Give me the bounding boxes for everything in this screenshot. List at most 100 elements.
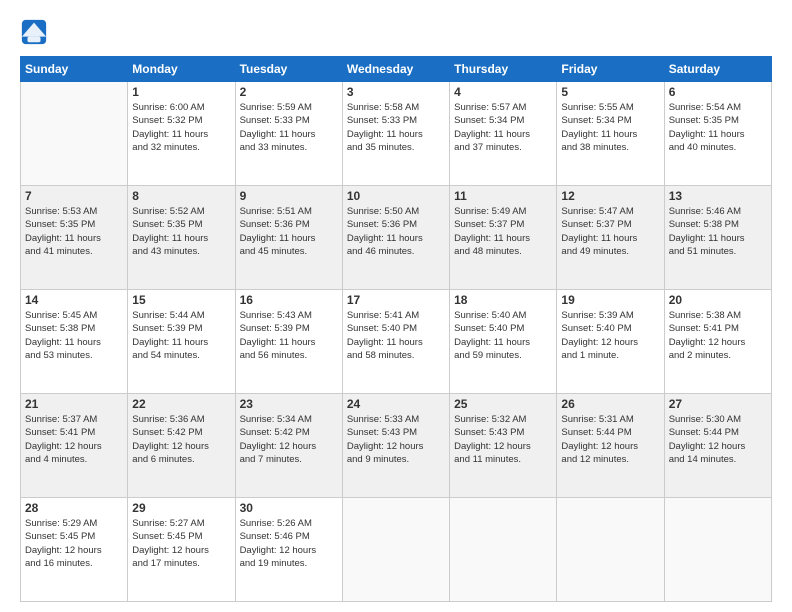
day-number: 30 <box>240 501 338 515</box>
day-detail: Sunrise: 5:43 AMSunset: 5:39 PMDaylight:… <box>240 309 338 362</box>
calendar-cell: 3 Sunrise: 5:58 AMSunset: 5:33 PMDaylight… <box>342 82 449 186</box>
day-number: 13 <box>669 189 767 203</box>
calendar-cell: 12 Sunrise: 5:47 AMSunset: 5:37 PMDayligh… <box>557 186 664 290</box>
calendar-cell: 8Sunrise: 5:52 AMSunset: 5:35 PMDaylight… <box>128 186 235 290</box>
day-number: 15 <box>132 293 230 307</box>
day-number: 1 <box>132 85 230 99</box>
weekday-header: Wednesday <box>342 57 449 82</box>
weekday-header-row: SundayMondayTuesdayWednesdayThursdayFrid… <box>21 57 772 82</box>
day-number: 26 <box>561 397 659 411</box>
day-detail: Sunrise: 5:31 AMSunset: 5:44 PMDaylight:… <box>561 413 659 466</box>
day-detail: Sunrise: 5:45 AMSunset: 5:38 PMDaylight:… <box>25 309 123 362</box>
calendar-cell <box>664 498 771 602</box>
calendar-cell: 26 Sunrise: 5:31 AMSunset: 5:44 PMDayligh… <box>557 394 664 498</box>
day-detail: Sunrise: 5:26 AMSunset: 5:46 PMDaylight:… <box>240 517 338 570</box>
calendar-cell: 1 Sunrise: 6:00 AMSunset: 5:32 PMDaylight… <box>128 82 235 186</box>
day-number: 4 <box>454 85 552 99</box>
day-detail: Sunrise: 5:53 AMSunset: 5:35 PMDaylight:… <box>25 205 123 258</box>
day-number: 10 <box>347 189 445 203</box>
calendar-week-row: 28Sunrise: 5:29 AMSunset: 5:45 PMDayligh… <box>21 498 772 602</box>
calendar-cell: 23 Sunrise: 5:34 AMSunset: 5:42 PMDayligh… <box>235 394 342 498</box>
header <box>20 18 772 46</box>
calendar-cell: 11 Sunrise: 5:49 AMSunset: 5:37 PMDayligh… <box>450 186 557 290</box>
calendar-cell: 29 Sunrise: 5:27 AMSunset: 5:45 PMDayligh… <box>128 498 235 602</box>
day-number: 29 <box>132 501 230 515</box>
day-number: 24 <box>347 397 445 411</box>
day-detail: Sunrise: 5:36 AMSunset: 5:42 PMDaylight:… <box>132 413 230 466</box>
calendar-cell: 22 Sunrise: 5:36 AMSunset: 5:42 PMDayligh… <box>128 394 235 498</box>
day-number: 3 <box>347 85 445 99</box>
calendar-cell <box>342 498 449 602</box>
day-detail: Sunrise: 5:29 AMSunset: 5:45 PMDaylight:… <box>25 517 123 570</box>
day-detail: Sunrise: 5:44 AMSunset: 5:39 PMDaylight:… <box>132 309 230 362</box>
weekday-header: Thursday <box>450 57 557 82</box>
day-detail: Sunrise: 5:58 AMSunset: 5:33 PMDaylight:… <box>347 101 445 154</box>
day-detail: Sunrise: 5:41 AMSunset: 5:40 PMDaylight:… <box>347 309 445 362</box>
day-detail: Sunrise: 5:32 AMSunset: 5:43 PMDaylight:… <box>454 413 552 466</box>
calendar-week-row: 14Sunrise: 5:45 AMSunset: 5:38 PMDayligh… <box>21 290 772 394</box>
day-detail: Sunrise: 5:27 AMSunset: 5:45 PMDaylight:… <box>132 517 230 570</box>
day-number: 11 <box>454 189 552 203</box>
day-detail: Sunrise: 5:51 AMSunset: 5:36 PMDaylight:… <box>240 205 338 258</box>
day-detail: Sunrise: 5:49 AMSunset: 5:37 PMDaylight:… <box>454 205 552 258</box>
day-detail: Sunrise: 5:39 AMSunset: 5:40 PMDaylight:… <box>561 309 659 362</box>
calendar-cell: 19 Sunrise: 5:39 AMSunset: 5:40 PMDayligh… <box>557 290 664 394</box>
weekday-header: Tuesday <box>235 57 342 82</box>
calendar-cell: 9 Sunrise: 5:51 AMSunset: 5:36 PMDaylight… <box>235 186 342 290</box>
day-number: 8 <box>132 189 230 203</box>
calendar-cell: 30 Sunrise: 5:26 AMSunset: 5:46 PMDayligh… <box>235 498 342 602</box>
calendar-cell: 7 Sunrise: 5:53 AMSunset: 5:35 PMDaylight… <box>21 186 128 290</box>
day-number: 23 <box>240 397 338 411</box>
day-detail: Sunrise: 5:30 AMSunset: 5:44 PMDaylight:… <box>669 413 767 466</box>
logo <box>20 18 52 46</box>
day-number: 16 <box>240 293 338 307</box>
day-number: 18 <box>454 293 552 307</box>
day-detail: Sunrise: 5:47 AMSunset: 5:37 PMDaylight:… <box>561 205 659 258</box>
day-number: 12 <box>561 189 659 203</box>
calendar-cell <box>21 82 128 186</box>
calendar-cell: 25 Sunrise: 5:32 AMSunset: 5:43 PMDayligh… <box>450 394 557 498</box>
calendar-cell: 10Sunrise: 5:50 AMSunset: 5:36 PMDayligh… <box>342 186 449 290</box>
day-number: 27 <box>669 397 767 411</box>
day-number: 20 <box>669 293 767 307</box>
calendar-cell: 24Sunrise: 5:33 AMSunset: 5:43 PMDayligh… <box>342 394 449 498</box>
day-number: 19 <box>561 293 659 307</box>
weekday-header: Saturday <box>664 57 771 82</box>
calendar-cell: 4 Sunrise: 5:57 AMSunset: 5:34 PMDaylight… <box>450 82 557 186</box>
calendar-week-row: 7 Sunrise: 5:53 AMSunset: 5:35 PMDaylight… <box>21 186 772 290</box>
weekday-header: Monday <box>128 57 235 82</box>
day-number: 9 <box>240 189 338 203</box>
day-detail: Sunrise: 5:57 AMSunset: 5:34 PMDaylight:… <box>454 101 552 154</box>
day-detail: Sunrise: 5:37 AMSunset: 5:41 PMDaylight:… <box>25 413 123 466</box>
day-number: 7 <box>25 189 123 203</box>
calendar-cell: 21 Sunrise: 5:37 AMSunset: 5:41 PMDayligh… <box>21 394 128 498</box>
day-detail: Sunrise: 5:34 AMSunset: 5:42 PMDaylight:… <box>240 413 338 466</box>
calendar-cell: 5 Sunrise: 5:55 AMSunset: 5:34 PMDaylight… <box>557 82 664 186</box>
calendar-cell: 28Sunrise: 5:29 AMSunset: 5:45 PMDayligh… <box>21 498 128 602</box>
page: SundayMondayTuesdayWednesdayThursdayFrid… <box>0 0 792 612</box>
day-detail: Sunrise: 5:40 AMSunset: 5:40 PMDaylight:… <box>454 309 552 362</box>
calendar-table: SundayMondayTuesdayWednesdayThursdayFrid… <box>20 56 772 602</box>
calendar-cell: 17 Sunrise: 5:41 AMSunset: 5:40 PMDayligh… <box>342 290 449 394</box>
day-number: 25 <box>454 397 552 411</box>
day-detail: Sunrise: 5:59 AMSunset: 5:33 PMDaylight:… <box>240 101 338 154</box>
calendar-cell: 27 Sunrise: 5:30 AMSunset: 5:44 PMDayligh… <box>664 394 771 498</box>
day-number: 17 <box>347 293 445 307</box>
logo-icon <box>20 18 48 46</box>
calendar-cell: 20 Sunrise: 5:38 AMSunset: 5:41 PMDayligh… <box>664 290 771 394</box>
weekday-header: Sunday <box>21 57 128 82</box>
calendar-cell: 14Sunrise: 5:45 AMSunset: 5:38 PMDayligh… <box>21 290 128 394</box>
day-detail: Sunrise: 6:00 AMSunset: 5:32 PMDaylight:… <box>132 101 230 154</box>
day-detail: Sunrise: 5:38 AMSunset: 5:41 PMDaylight:… <box>669 309 767 362</box>
day-number: 5 <box>561 85 659 99</box>
calendar-week-row: 1 Sunrise: 6:00 AMSunset: 5:32 PMDaylight… <box>21 82 772 186</box>
day-number: 6 <box>669 85 767 99</box>
calendar-cell: 18 Sunrise: 5:40 AMSunset: 5:40 PMDayligh… <box>450 290 557 394</box>
calendar-cell: 13Sunrise: 5:46 AMSunset: 5:38 PMDayligh… <box>664 186 771 290</box>
calendar-week-row: 21 Sunrise: 5:37 AMSunset: 5:41 PMDayligh… <box>21 394 772 498</box>
calendar-cell: 15 Sunrise: 5:44 AMSunset: 5:39 PMDayligh… <box>128 290 235 394</box>
calendar-cell <box>450 498 557 602</box>
day-number: 21 <box>25 397 123 411</box>
day-detail: Sunrise: 5:55 AMSunset: 5:34 PMDaylight:… <box>561 101 659 154</box>
day-number: 22 <box>132 397 230 411</box>
